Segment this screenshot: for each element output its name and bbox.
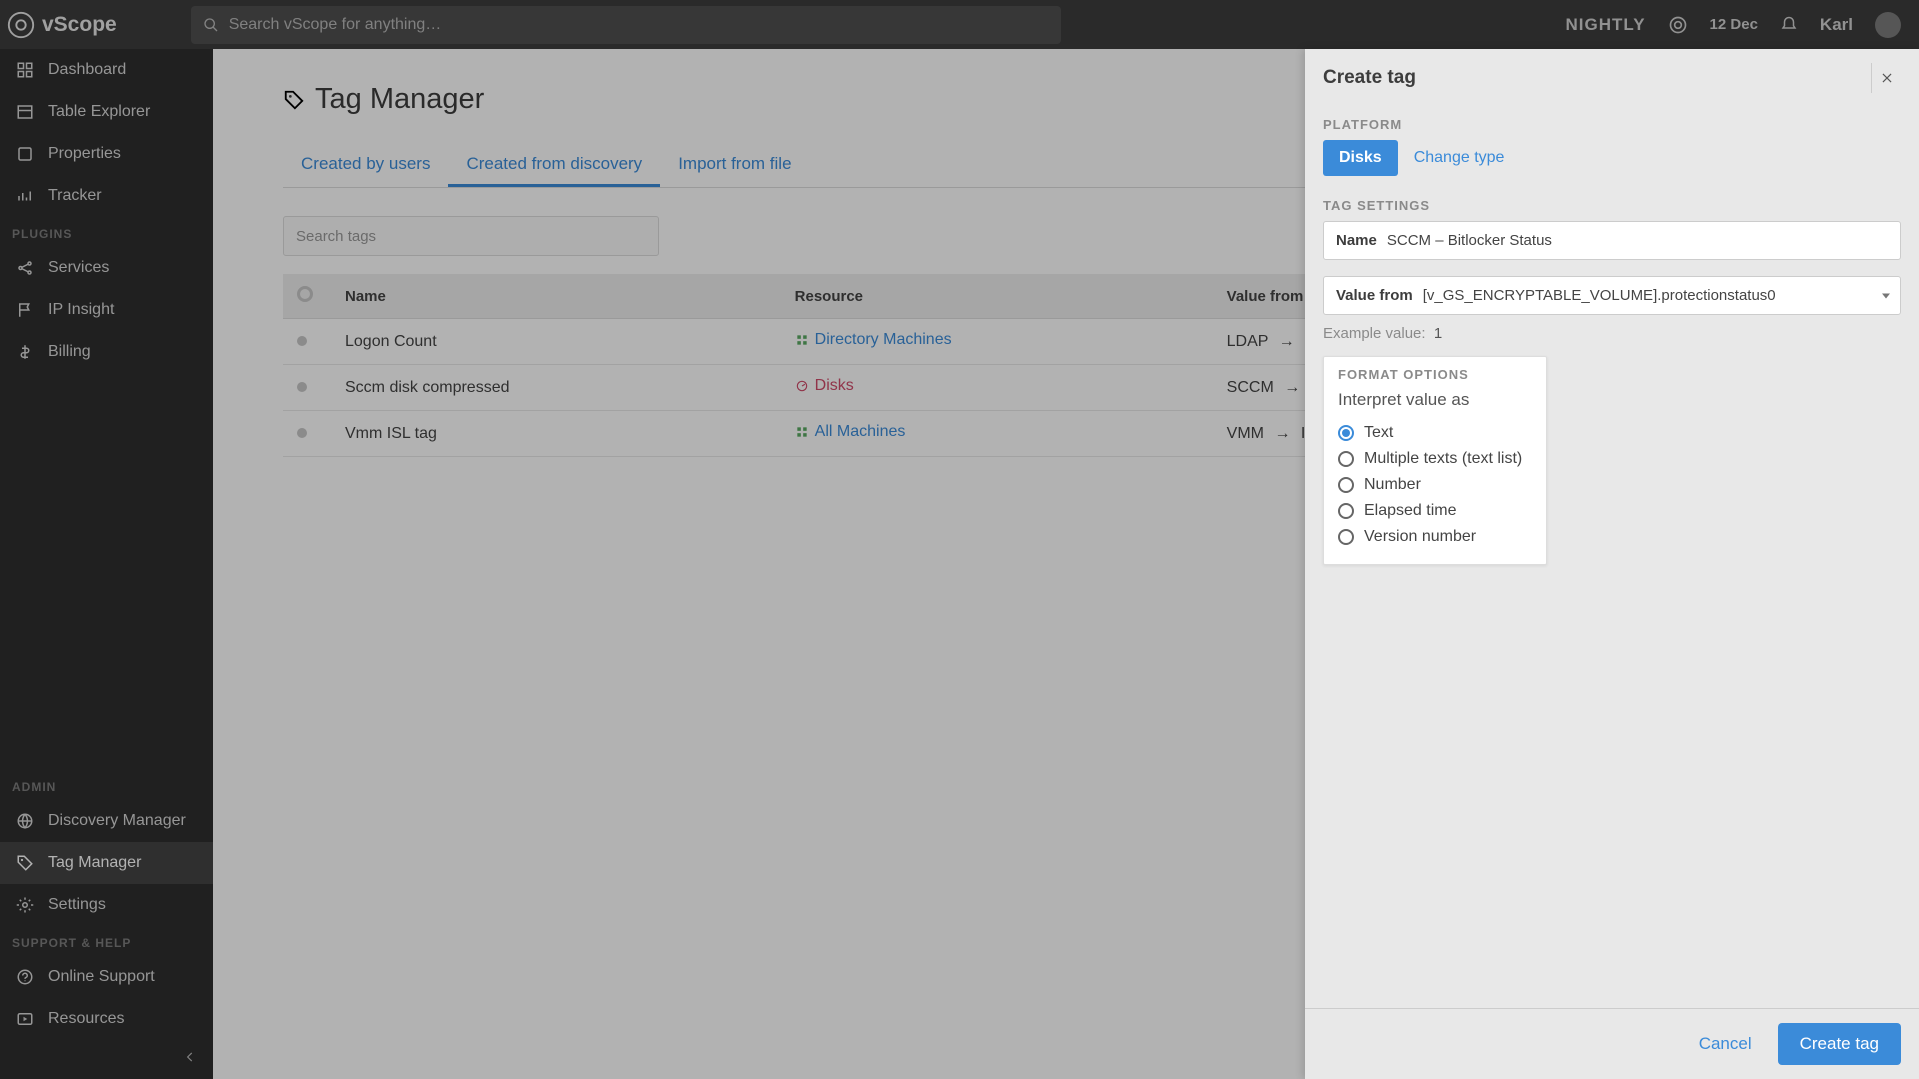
platform-section-label: PLATFORM	[1323, 117, 1901, 132]
radio-label: Elapsed time	[1364, 502, 1457, 520]
name-field[interactable]: Name SCCM – Bitlocker Status	[1323, 221, 1901, 260]
name-label: Name	[1336, 232, 1377, 249]
change-type-link[interactable]: Change type	[1414, 149, 1505, 167]
radio-icon	[1338, 503, 1354, 519]
value-from-field[interactable]: Value from [v_GS_ENCRYPTABLE_VOLUME].pro…	[1323, 276, 1901, 315]
example-value: 1	[1434, 325, 1442, 342]
format-radio-row[interactable]: Text	[1338, 420, 1532, 446]
platform-chip[interactable]: Disks	[1323, 140, 1398, 176]
format-radio-row[interactable]: Multiple texts (text list)	[1338, 446, 1532, 472]
radio-label: Text	[1364, 424, 1393, 442]
name-value: SCCM – Bitlocker Status	[1387, 232, 1888, 249]
radio-icon	[1338, 529, 1354, 545]
tag-settings-section-label: TAG SETTINGS	[1323, 198, 1901, 213]
radio-label: Multiple texts (text list)	[1364, 450, 1522, 468]
format-radio-row[interactable]: Number	[1338, 472, 1532, 498]
value-from-label: Value from	[1336, 287, 1413, 304]
panel-title: Create tag	[1323, 67, 1416, 89]
radio-icon	[1338, 477, 1354, 493]
example-label: Example value:	[1323, 325, 1426, 342]
format-options-label: FORMAT OPTIONS	[1338, 367, 1532, 382]
create-tag-button[interactable]: Create tag	[1778, 1023, 1901, 1065]
cancel-button[interactable]: Cancel	[1691, 1024, 1760, 1064]
radio-icon	[1338, 451, 1354, 467]
format-radio-row[interactable]: Elapsed time	[1338, 498, 1532, 524]
panel-close-button[interactable]	[1871, 63, 1901, 93]
close-icon	[1880, 71, 1894, 85]
radio-label: Number	[1364, 476, 1421, 494]
create-tag-panel: Create tag PLATFORM Disks Change type TA…	[1305, 49, 1919, 1079]
interpret-label: Interpret value as	[1338, 390, 1532, 410]
radio-label: Version number	[1364, 528, 1476, 546]
radio-icon	[1338, 425, 1354, 441]
example-value-row: Example value: 1	[1323, 325, 1901, 342]
format-options-box: FORMAT OPTIONS Interpret value as Text Mu…	[1323, 356, 1547, 565]
value-from-value: [v_GS_ENCRYPTABLE_VOLUME].protectionstat…	[1423, 287, 1872, 304]
format-radio-row[interactable]: Version number	[1338, 524, 1532, 550]
panel-footer: Cancel Create tag	[1305, 1008, 1919, 1079]
